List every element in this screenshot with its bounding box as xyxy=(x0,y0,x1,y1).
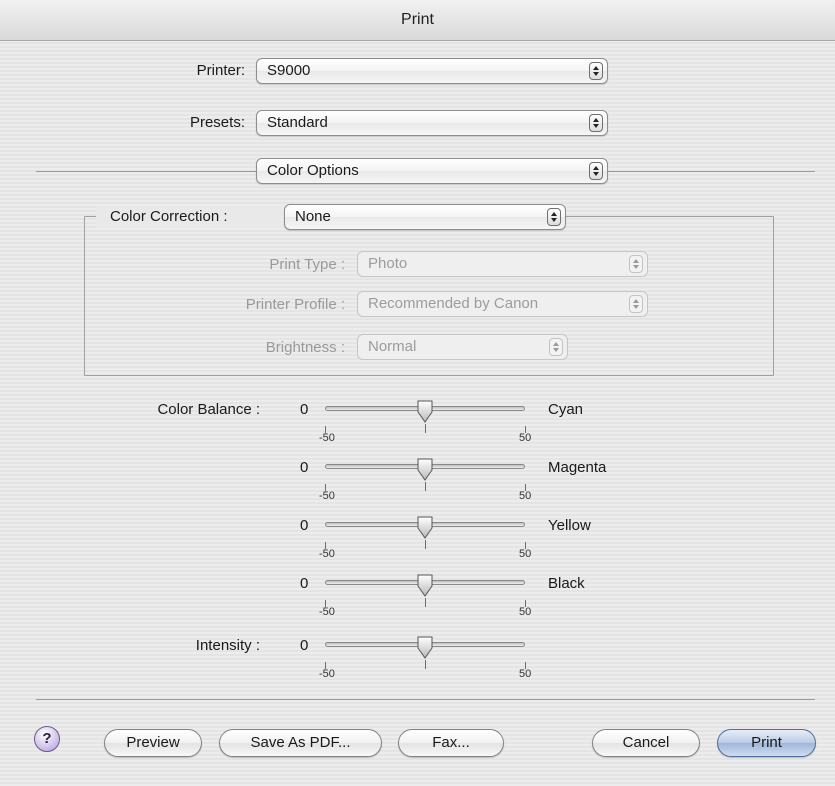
print-type-label: Print Type : xyxy=(269,256,345,273)
slider-min-label: -50 xyxy=(319,548,335,560)
slider-max-label: 50 xyxy=(519,490,532,502)
popup-arrows-icon xyxy=(589,62,603,80)
slider-min-label: -50 xyxy=(319,606,335,618)
black-slider[interactable]: -50 50 xyxy=(319,574,531,624)
save-as-pdf-button[interactable]: Save As PDF... xyxy=(219,729,382,757)
divider-right xyxy=(608,171,815,172)
printer-profile-popup[interactable]: Recommended by Canon xyxy=(357,291,648,317)
help-button[interactable]: ? xyxy=(34,726,60,752)
slider-center-tick xyxy=(425,424,426,433)
slider-min-label: -50 xyxy=(319,490,335,502)
fax-button[interactable]: Fax... xyxy=(398,729,504,757)
popup-arrows-icon xyxy=(589,114,603,132)
cyan-value: 0 xyxy=(300,401,309,418)
popup-arrows-icon xyxy=(547,208,561,226)
yellow-slider[interactable]: -50 50 xyxy=(319,516,531,566)
slider-max-label: 50 xyxy=(519,432,532,444)
printer-profile-value: Recommended by Canon xyxy=(368,295,539,312)
print-type-popup[interactable]: Photo xyxy=(357,251,648,277)
popup-arrows-icon xyxy=(629,295,643,313)
presets-value: Standard xyxy=(267,114,328,131)
yellow-label: Yellow xyxy=(548,517,591,534)
printer-popup[interactable]: S9000 xyxy=(256,58,608,84)
intensity-value: 0 xyxy=(300,637,309,654)
slider-center-tick xyxy=(425,540,426,549)
slider-min-label: -50 xyxy=(319,432,335,444)
divider-left xyxy=(36,171,256,172)
magenta-slider[interactable]: -50 50 xyxy=(319,458,531,508)
brightness-label: Brightness : xyxy=(265,339,345,356)
slider-max-label: 50 xyxy=(519,668,532,680)
yellow-value: 0 xyxy=(300,517,309,534)
slider-max-label: 50 xyxy=(519,548,532,560)
slider-center-tick xyxy=(425,598,426,607)
magenta-value: 0 xyxy=(300,459,309,476)
presets-popup[interactable]: Standard xyxy=(256,110,608,136)
intensity-slider[interactable]: -50 50 xyxy=(319,636,531,686)
slider-center-tick xyxy=(425,482,426,491)
popup-arrows-icon xyxy=(589,162,603,180)
brightness-popup[interactable]: Normal xyxy=(357,334,568,360)
printer-value: S9000 xyxy=(267,62,311,79)
slider-center-tick xyxy=(425,660,426,669)
popup-arrows-icon xyxy=(629,255,643,273)
printer-label: Printer: xyxy=(196,62,245,79)
print-type-value: Photo xyxy=(368,255,408,272)
brightness-value: Normal xyxy=(368,338,417,355)
bottom-divider xyxy=(36,699,815,700)
cyan-label: Cyan xyxy=(548,401,584,418)
print-button[interactable]: Print xyxy=(717,729,816,757)
color-correction-label: Color Correction : xyxy=(110,208,228,225)
color-balance-label: Color Balance : xyxy=(157,401,260,418)
color-correction-popup[interactable]: None xyxy=(284,204,566,230)
presets-label: Presets: xyxy=(189,114,245,131)
cancel-button[interactable]: Cancel xyxy=(592,729,700,757)
panel-popup[interactable]: Color Options xyxy=(256,158,608,184)
black-label: Black xyxy=(548,575,585,592)
printer-profile-label: Printer Profile : xyxy=(245,296,345,313)
cyan-slider[interactable]: -50 50 xyxy=(319,400,531,450)
panel-value: Color Options xyxy=(267,162,359,179)
magenta-label: Magenta xyxy=(548,459,607,476)
color-correction-value: None xyxy=(295,208,331,225)
preview-button[interactable]: Preview xyxy=(104,729,202,757)
slider-max-label: 50 xyxy=(519,606,532,618)
slider-min-label: -50 xyxy=(319,668,335,680)
window-title: Print xyxy=(0,0,835,41)
black-value: 0 xyxy=(300,575,309,592)
popup-arrows-icon xyxy=(549,338,563,356)
intensity-label: Intensity : xyxy=(195,637,260,654)
